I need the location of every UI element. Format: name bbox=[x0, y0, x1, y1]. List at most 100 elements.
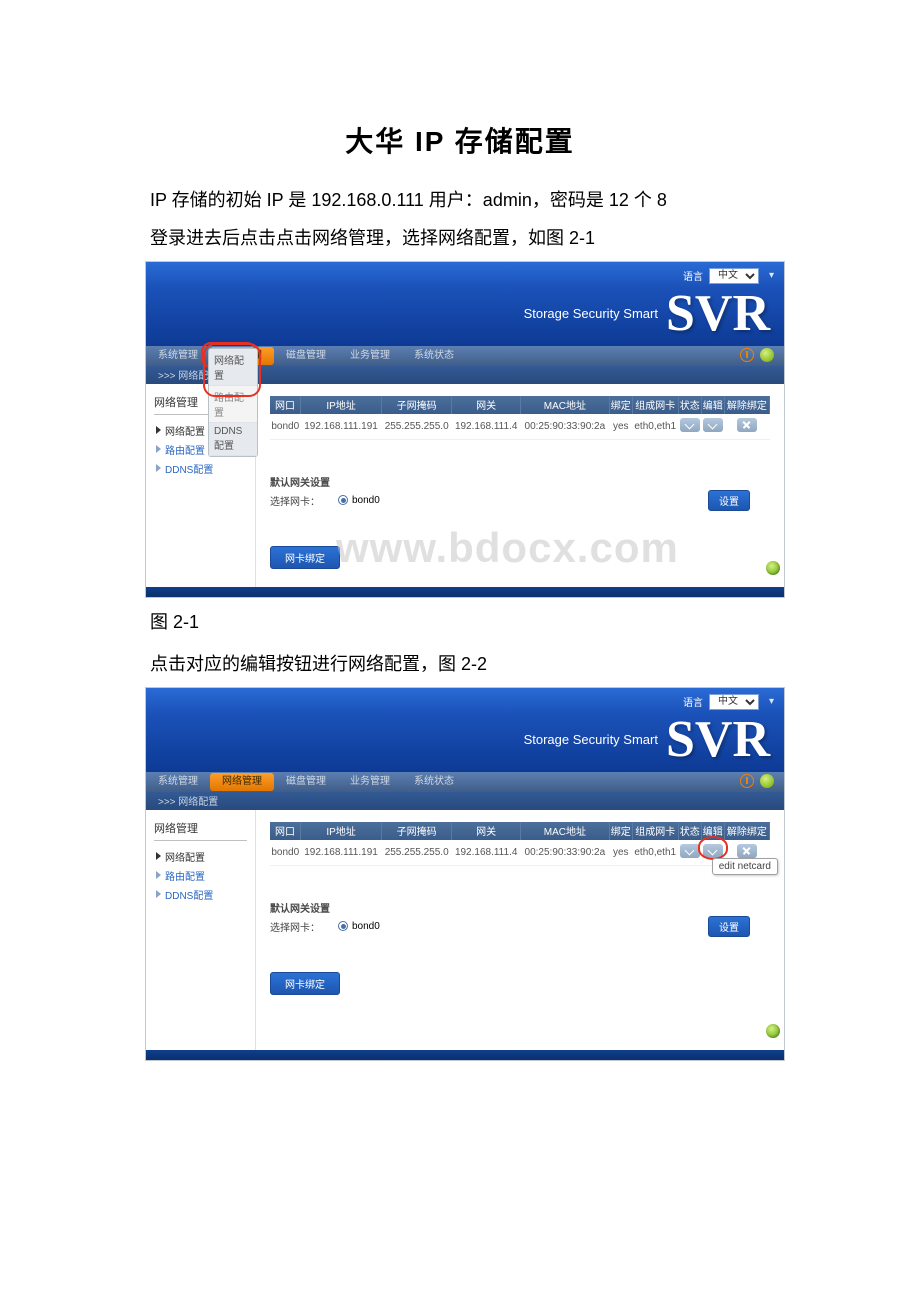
cell-mask: 255.255.255.0 bbox=[382, 414, 452, 440]
sidebar-item-netcfg[interactable]: 网络配置 bbox=[154, 847, 247, 866]
triangle-icon bbox=[156, 890, 161, 898]
topnav-service[interactable]: 业务管理 bbox=[338, 773, 402, 791]
cell-port: bond0 bbox=[270, 414, 301, 440]
triangle-icon bbox=[156, 445, 161, 453]
cell-bind: yes bbox=[609, 840, 632, 866]
svr-header: 语言 中文 ▾ Storage Security Smart SVR bbox=[146, 262, 784, 346]
language-select[interactable]: 中文 bbox=[709, 268, 759, 284]
cell-members: eth0,eth1 bbox=[632, 840, 678, 866]
status-icon bbox=[680, 844, 700, 858]
sidebar-item-label: DDNS配置 bbox=[165, 461, 213, 476]
language-selector[interactable]: 语言 中文 ▾ bbox=[683, 268, 774, 284]
th-unbind: 解除绑定 bbox=[724, 396, 769, 414]
topnav-status[interactable]: 系统状态 bbox=[402, 773, 466, 791]
dropdown-item-ddns[interactable]: DDNS配置 bbox=[209, 423, 257, 456]
unbind-button[interactable] bbox=[737, 418, 757, 432]
th-bind: 绑定 bbox=[609, 822, 632, 840]
th-ip: IP地址 bbox=[301, 396, 382, 414]
sidebar: 网络管理 网络配置 路由配置 DDNS配置 bbox=[146, 810, 256, 1050]
th-members: 组成网卡 bbox=[632, 822, 678, 840]
topnav-system[interactable]: 系统管理 bbox=[146, 347, 210, 365]
cell-mac: 00:25:90:33:90:2a bbox=[521, 840, 610, 866]
triangle-icon bbox=[156, 852, 161, 860]
radio-icon bbox=[338, 921, 348, 931]
dropdown-item-netcfg[interactable]: 网络配置 bbox=[209, 349, 257, 386]
sidebar-item-route[interactable]: 路由配置 bbox=[154, 866, 247, 885]
radio-icon bbox=[338, 495, 348, 505]
sidebar-title: 网络管理 bbox=[154, 820, 247, 841]
footer-strip bbox=[146, 1050, 784, 1060]
topnav-disk[interactable]: 磁盘管理 bbox=[274, 347, 338, 365]
gateway-section: 默认网关设置 选择网卡： bond0 设置 bbox=[270, 900, 770, 934]
th-unbind: 解除绑定 bbox=[724, 822, 769, 840]
triangle-icon bbox=[156, 426, 161, 434]
th-status: 状态 bbox=[678, 822, 701, 840]
gateway-title: 默认网关设置 bbox=[270, 900, 770, 915]
status-ok-icon bbox=[760, 774, 774, 788]
cell-bind: yes bbox=[609, 414, 632, 440]
sidebar-item-label: 路由配置 bbox=[165, 442, 205, 457]
sidebar-item-label: 路由配置 bbox=[165, 868, 205, 883]
figure-caption-2-1: 图 2-1 bbox=[150, 608, 770, 634]
topnav-status[interactable]: 系统状态 bbox=[402, 347, 466, 365]
nic-bind-button[interactable]: 网卡绑定 bbox=[270, 972, 340, 995]
sidebar-item-ddns[interactable]: DDNS配置 bbox=[154, 459, 247, 478]
cell-unbind bbox=[724, 414, 769, 440]
paragraph-1: IP 存储的初始 IP 是 192.168.0.111 用户：admin，密码是… bbox=[150, 184, 770, 216]
gateway-radio-option[interactable]: bond0 bbox=[338, 921, 380, 932]
network-table: 网口 IP地址 子网掩码 网关 MAC地址 绑定 组成网卡 状态 编辑 解除绑定 bbox=[270, 396, 770, 441]
topnav-network[interactable]: 网络管理 bbox=[210, 773, 274, 791]
th-mac: MAC地址 bbox=[521, 396, 610, 414]
cell-members: eth0,eth1 bbox=[632, 414, 678, 440]
th-members: 组成网卡 bbox=[632, 396, 678, 414]
alert-icon[interactable] bbox=[740, 348, 754, 362]
gateway-title: 默认网关设置 bbox=[270, 474, 770, 489]
cell-status bbox=[678, 840, 701, 866]
cell-mask: 255.255.255.0 bbox=[382, 840, 452, 866]
dropdown-arrow-icon: ▾ bbox=[769, 696, 774, 707]
cell-gw: 192.168.111.4 bbox=[452, 414, 521, 440]
edit-button[interactable] bbox=[703, 844, 723, 858]
network-dropdown: 网络配置 路由配置 DDNS配置 bbox=[208, 348, 258, 457]
cell-mac: 00:25:90:33:90:2a bbox=[521, 414, 610, 440]
gateway-value: bond0 bbox=[352, 495, 380, 506]
dropdown-arrow-icon: ▾ bbox=[769, 270, 774, 281]
topnav-disk[interactable]: 磁盘管理 bbox=[274, 773, 338, 791]
paragraph-3: 点击对应的编辑按钮进行网络配置，图 2-2 bbox=[150, 648, 770, 680]
th-mask: 子网掩码 bbox=[382, 396, 452, 414]
document-title: 大华 IP 存储配置 bbox=[150, 120, 770, 160]
svr-branding: Storage Security Smart SVR bbox=[524, 288, 770, 340]
status-dot-icon bbox=[766, 1024, 780, 1038]
footer-strip bbox=[146, 587, 784, 597]
topnav-service[interactable]: 业务管理 bbox=[338, 347, 402, 365]
gateway-set-button[interactable]: 设置 bbox=[708, 916, 750, 937]
th-port: 网口 bbox=[270, 822, 301, 840]
unbind-button[interactable] bbox=[737, 844, 757, 858]
gateway-value: bond0 bbox=[352, 921, 380, 932]
nic-bind-button[interactable]: 网卡绑定 bbox=[270, 546, 340, 569]
gateway-set-button[interactable]: 设置 bbox=[708, 490, 750, 511]
edit-button[interactable] bbox=[703, 418, 723, 432]
language-label: 语言 bbox=[683, 268, 703, 283]
triangle-icon bbox=[156, 464, 161, 472]
svr-logo: SVR bbox=[666, 288, 770, 340]
sidebar-item-ddns[interactable]: DDNS配置 bbox=[154, 885, 247, 904]
language-label: 语言 bbox=[683, 694, 703, 709]
language-selector[interactable]: 语言 中文 ▾ bbox=[683, 694, 774, 710]
th-gw: 网关 bbox=[452, 396, 521, 414]
th-gw: 网关 bbox=[452, 822, 521, 840]
screenshot-figure-2-1: 语言 中文 ▾ Storage Security Smart SVR 系统管理 … bbox=[145, 261, 785, 599]
alert-icon[interactable] bbox=[740, 774, 754, 788]
language-select[interactable]: 中文 bbox=[709, 694, 759, 710]
gateway-radio-option[interactable]: bond0 bbox=[338, 495, 380, 506]
th-mask: 子网掩码 bbox=[382, 822, 452, 840]
tooltip-edit-netcard: edit netcard bbox=[712, 858, 778, 875]
sidebar: 网络配置 路由配置 DDNS配置 网络管理 网络配置 路由配置 DDNS配置 bbox=[146, 384, 256, 588]
dropdown-item-route[interactable]: 路由配置 bbox=[209, 386, 257, 423]
topnav-system[interactable]: 系统管理 bbox=[146, 773, 210, 791]
table-row: bond0 192.168.111.191 255.255.255.0 192.… bbox=[270, 840, 770, 866]
svr-logo: SVR bbox=[666, 714, 770, 766]
paragraph-2: 登录进去后点击点击网络管理，选择网络配置，如图 2-1 bbox=[150, 222, 770, 254]
th-status: 状态 bbox=[678, 396, 701, 414]
cell-port: bond0 bbox=[270, 840, 301, 866]
